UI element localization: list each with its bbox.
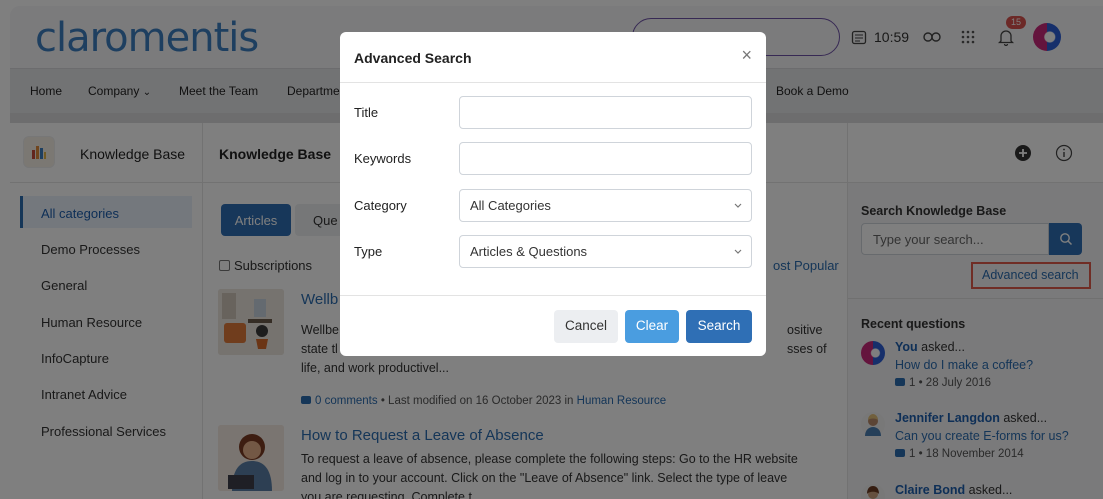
chevron-down-icon — [734, 203, 742, 208]
category-select-value: All Categories — [470, 198, 551, 213]
clear-button[interactable]: Clear — [625, 310, 679, 343]
type-select-value: Articles & Questions — [470, 244, 588, 259]
search-button[interactable]: Search — [686, 310, 752, 343]
cancel-button[interactable]: Cancel — [554, 310, 618, 343]
modal-title: Advanced Search — [354, 50, 472, 66]
chevron-down-icon — [734, 249, 742, 254]
category-label: Category — [354, 198, 407, 213]
category-select[interactable]: All Categories — [459, 189, 752, 222]
modal-header: Advanced Search × — [340, 32, 766, 83]
modal-footer: Cancel Clear Search — [340, 295, 766, 356]
close-icon[interactable]: × — [741, 46, 752, 64]
title-field[interactable] — [459, 96, 752, 129]
type-label: Type — [354, 244, 383, 259]
keywords-label: Keywords — [354, 151, 412, 166]
title-label: Title — [354, 105, 379, 120]
type-select[interactable]: Articles & Questions — [459, 235, 752, 268]
advanced-search-modal: Advanced Search × Title Keywords Categor… — [340, 32, 766, 356]
keywords-field[interactable] — [459, 142, 752, 175]
